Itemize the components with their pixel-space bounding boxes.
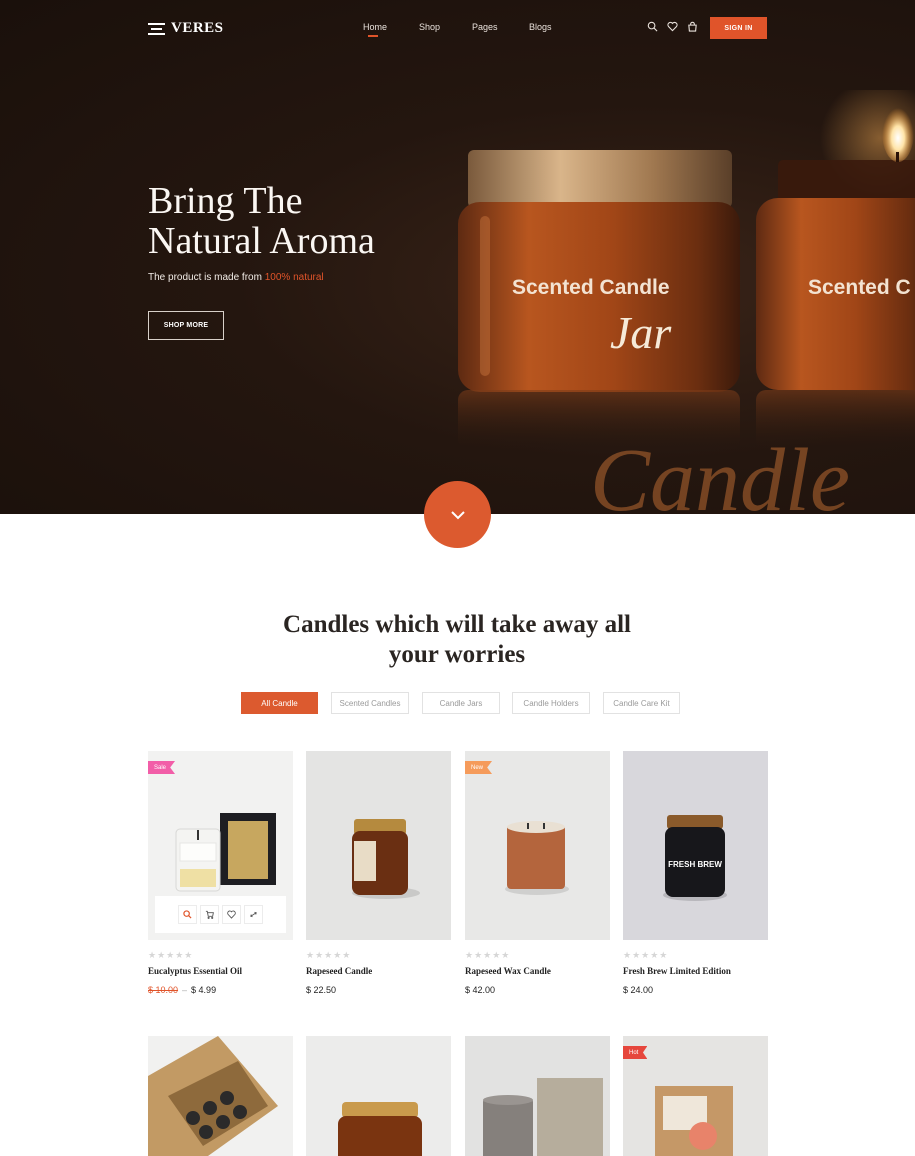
product-photo-fresh-brew: FRESH BREW: [663, 815, 727, 901]
filter-scented-candles[interactable]: Scented Candles: [331, 692, 409, 714]
nav-blogs[interactable]: Blogs: [529, 22, 552, 32]
filter-all-candle[interactable]: All Candle: [241, 692, 318, 714]
logo-mark-icon: [148, 22, 165, 36]
product-photo-kraft-box: [655, 1086, 733, 1156]
logo[interactable]: VERES: [148, 20, 224, 37]
product-price: $ 42.00: [465, 985, 496, 995]
product-photo-ribbed-candle: [483, 1078, 603, 1156]
sale-price: $ 4.99: [191, 985, 217, 995]
hero-subtitle: The product is made from 100% natural: [148, 272, 324, 283]
zoom-icon[interactable]: [178, 905, 197, 924]
product-photo-amber-jar: [338, 1102, 422, 1156]
quick-actions-bar: [155, 896, 286, 933]
product-card[interactable]: ★★★★★ Rapeseed Candle $ 22.50: [306, 751, 451, 1001]
compare-icon[interactable]: [244, 905, 263, 924]
hero-subtitle-text: The product is made from: [148, 272, 265, 283]
product-card[interactable]: Sale ★★★★★ Eucalyptus Essential Oil $ 10…: [148, 751, 293, 1001]
product-image[interactable]: FRESH BREW: [623, 751, 768, 940]
jar-script-left: Jar: [610, 307, 672, 358]
product-name[interactable]: Rapeseed Candle: [306, 966, 372, 976]
product-price: $ 24.00: [623, 985, 654, 995]
product-card[interactable]: [148, 1036, 293, 1156]
jar-label-right: Scented C: [808, 276, 911, 299]
product-card[interactable]: [306, 1036, 451, 1156]
rating-stars: ★★★★★: [148, 950, 194, 960]
chevron-down-icon: [450, 510, 465, 519]
section-title-line-2: your worries: [388, 641, 526, 668]
hero-title-line-1: Bring The: [148, 180, 303, 222]
rating-stars: ★★★★★: [465, 950, 511, 960]
reflection-text: Candle: [590, 431, 850, 514]
cart-icon[interactable]: [200, 905, 219, 924]
product-image[interactable]: [148, 1036, 293, 1156]
product-photo-rapeseed: [352, 819, 420, 899]
hero-title-line-2: Natural Aroma: [148, 220, 375, 262]
filter-candle-care-kit[interactable]: Candle Care Kit: [603, 692, 680, 714]
product-photo-wax-candle: [505, 821, 569, 895]
candle-jars-illustration: Scented Candle Jar Scented C Candle: [458, 90, 915, 514]
rating-stars: ★★★★★: [306, 950, 352, 960]
nav-pages[interactable]: Pages: [472, 22, 529, 32]
filter-candle-jars[interactable]: Candle Jars: [422, 692, 500, 714]
heart-icon[interactable]: [667, 21, 678, 32]
product-image[interactable]: [306, 1036, 451, 1156]
product-photo-gift-box: [148, 1036, 278, 1156]
section-title-line-1: Candles which will take away all: [283, 611, 631, 638]
product-name[interactable]: Fresh Brew Limited Edition: [623, 966, 731, 976]
product-card[interactable]: [465, 1036, 610, 1156]
search-icon[interactable]: [647, 21, 658, 32]
bag-icon[interactable]: [687, 21, 698, 32]
header-icons: [647, 21, 698, 32]
top-navigation: VERES Home Shop Pages Blogs SIGN IN: [0, 0, 915, 58]
product-image[interactable]: Hot: [623, 1036, 768, 1156]
section-title: Candles which will take away all your wo…: [257, 610, 657, 670]
nav-home[interactable]: Home: [363, 22, 419, 37]
product-name[interactable]: Rapeseed Wax Candle: [465, 966, 551, 976]
product-price: $ 10.00– $ 4.99: [148, 985, 217, 995]
product-card[interactable]: New ★★★★★ Rapeseed Wax Candle $ 42.00: [465, 751, 610, 1001]
logo-text: VERES: [171, 20, 224, 36]
old-price: $ 10.00: [148, 985, 179, 995]
product-image[interactable]: Sale: [148, 751, 293, 940]
jar-label-left: Scented Candle: [512, 276, 670, 299]
rating-stars: ★★★★★: [623, 950, 669, 960]
hero-banner: VERES Home Shop Pages Blogs SIGN IN Brin…: [0, 0, 915, 514]
product-image[interactable]: New: [465, 751, 610, 940]
heart-icon[interactable]: [222, 905, 241, 924]
hero-subtitle-accent: 100% natural: [264, 272, 324, 283]
sign-in-button[interactable]: SIGN IN: [710, 17, 767, 39]
product-image[interactable]: [465, 1036, 610, 1156]
hero-title: Bring The Natural Aroma: [148, 181, 448, 261]
scroll-down-button[interactable]: [424, 481, 491, 548]
category-filters: All Candle Scented Candles Candle Jars C…: [0, 692, 915, 714]
product-image[interactable]: [306, 751, 451, 940]
main-menu: Home Shop Pages Blogs: [363, 22, 552, 37]
product-price: $ 22.50: [306, 985, 337, 995]
nav-shop[interactable]: Shop: [419, 22, 472, 32]
jar-label-fresh-brew: FRESH BREW: [668, 860, 722, 869]
product-card[interactable]: Hot: [623, 1036, 768, 1156]
shop-more-button[interactable]: SHOP MORE: [148, 311, 224, 340]
filter-candle-holders[interactable]: Candle Holders: [512, 692, 590, 714]
product-card[interactable]: FRESH BREW ★★★★★ Fresh Brew Limited Edit…: [623, 751, 768, 1001]
product-name[interactable]: Eucalyptus Essential Oil: [148, 966, 242, 976]
